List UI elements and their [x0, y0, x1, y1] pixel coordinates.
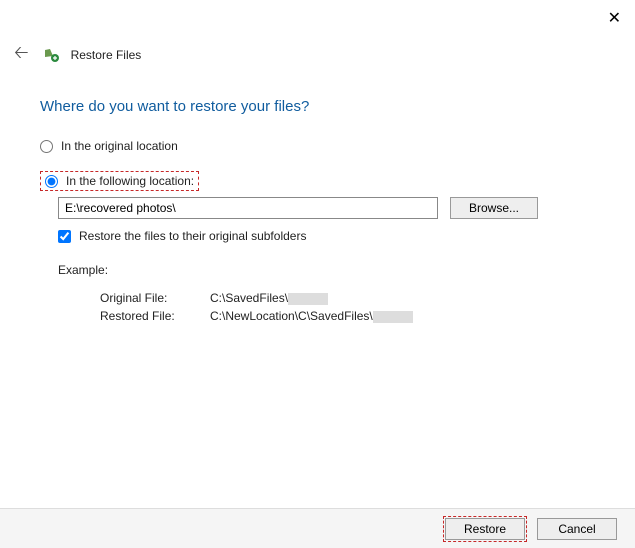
- radio-following-input[interactable]: [45, 175, 58, 188]
- header: 🡠 Restore Files: [0, 0, 635, 72]
- radio-original-label: In the original location: [61, 139, 178, 153]
- restore-highlight: Restore: [443, 516, 527, 542]
- radio-following-location[interactable]: In the following location:: [40, 171, 199, 191]
- path-input[interactable]: [58, 197, 438, 219]
- restore-subfolders-checkbox[interactable]: [58, 230, 71, 243]
- example-restored-path: C:\NewLocation\C\SavedFiles\: [210, 309, 595, 323]
- restore-button[interactable]: Restore: [445, 518, 525, 540]
- example-original-path-text: C:\SavedFiles\: [210, 291, 288, 305]
- redacted-block: [288, 293, 328, 305]
- path-row: Browse...: [58, 197, 595, 219]
- redacted-block: [373, 311, 413, 323]
- restore-subfolders-label: Restore the files to their original subf…: [79, 229, 306, 243]
- example-restored-path-text: C:\NewLocation\C\SavedFiles\: [210, 309, 373, 323]
- page-heading: Where do you want to restore your files?: [40, 98, 595, 115]
- close-icon[interactable]: ✕: [608, 8, 621, 28]
- radio-original-input[interactable]: [40, 140, 53, 153]
- browse-button[interactable]: Browse...: [450, 197, 538, 219]
- radio-original-location[interactable]: In the original location: [40, 139, 595, 153]
- footer: Restore Cancel: [0, 508, 635, 548]
- example-title: Example:: [58, 263, 595, 277]
- restore-files-icon: [43, 46, 61, 64]
- main-content: Where do you want to restore your files?…: [0, 72, 635, 323]
- example-original-label: Original File:: [100, 291, 210, 305]
- restore-subfolders-row[interactable]: Restore the files to their original subf…: [58, 229, 595, 243]
- back-arrow-icon[interactable]: 🡠: [10, 38, 33, 72]
- example-original-path: C:\SavedFiles\: [210, 291, 595, 305]
- window-title: Restore Files: [71, 48, 142, 62]
- example-restored-label: Restored File:: [100, 309, 210, 323]
- radio-following-label: In the following location:: [66, 174, 194, 188]
- cancel-button[interactable]: Cancel: [537, 518, 617, 540]
- example-grid: Original File: C:\SavedFiles\ Restored F…: [100, 291, 595, 323]
